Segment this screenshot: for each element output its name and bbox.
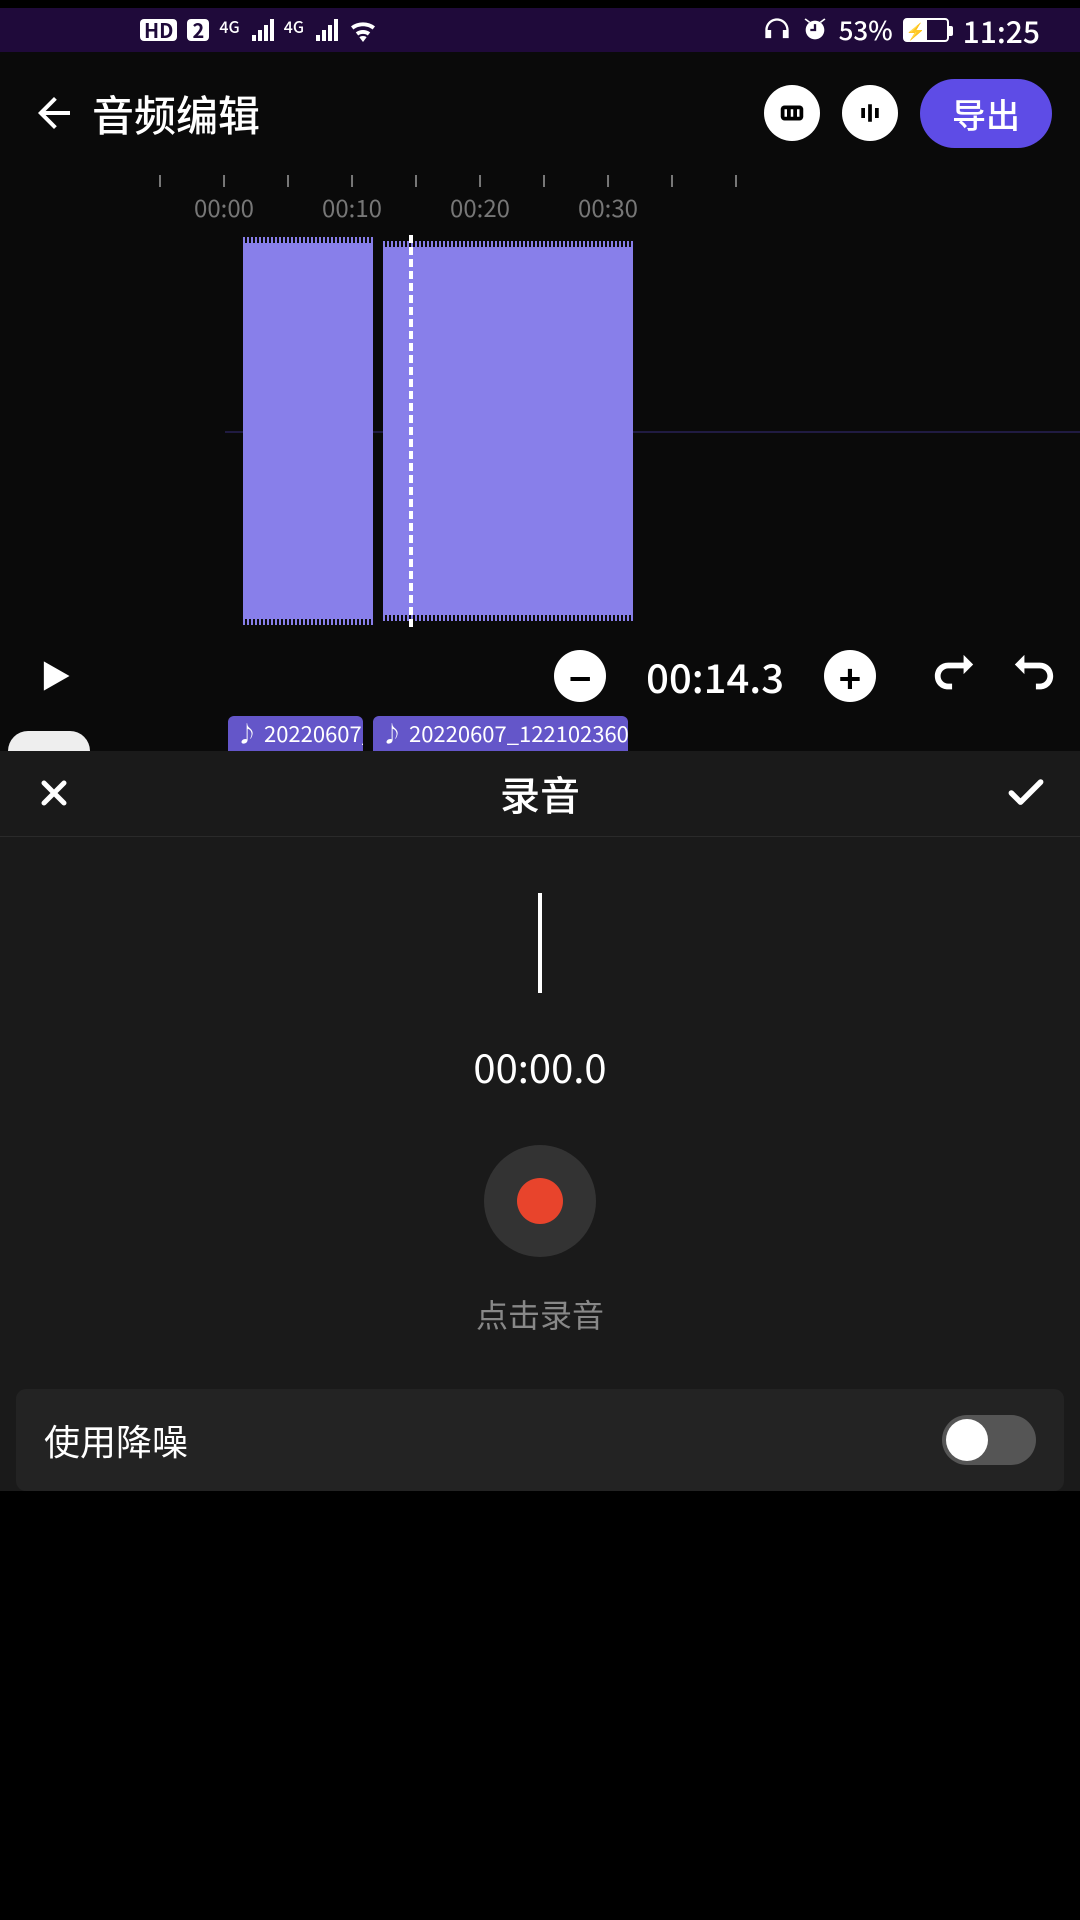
- noise-reduction-toggle[interactable]: [942, 1415, 1036, 1465]
- battery-percent: 53%: [839, 11, 893, 48]
- clip-2-label: 20220607_122102360.mp3 0..: [409, 717, 628, 749]
- headphones-icon: [763, 16, 791, 44]
- clip-1[interactable]: ♪ 20220607_12..: [228, 716, 363, 751]
- clip-timeline[interactable]: ♪ 20220607_12.. ♪ 20220607_122102360.mp3…: [0, 716, 1080, 751]
- status-bar: HD 2 4G 4G 53% ⚡ 11:25: [0, 8, 1080, 52]
- equalizer-button[interactable]: [842, 85, 898, 141]
- record-time: 00:00.0: [473, 1037, 606, 1095]
- net-label-2: 4G: [284, 14, 304, 38]
- back-button[interactable]: [24, 83, 84, 143]
- noise-reduction-row: 使用降噪: [16, 1389, 1064, 1491]
- zoom-in-button[interactable]: +: [824, 650, 876, 702]
- transport-bar: − 00:14.3 +: [0, 637, 1080, 716]
- current-time: 00:14.3: [646, 647, 784, 705]
- app-header: 音频编辑 导出: [0, 52, 1080, 175]
- record-dot-icon: [517, 1178, 563, 1224]
- clip-2[interactable]: ♪ 20220607_122102360.mp3 0..: [373, 716, 628, 751]
- noise-reduction-label: 使用降噪: [44, 1414, 188, 1466]
- record-button[interactable]: [484, 1145, 596, 1257]
- battery-icon: ⚡: [903, 18, 949, 42]
- wifi-icon: [348, 18, 378, 42]
- music-note-icon: ♪: [381, 717, 403, 749]
- signal-bars-2: [316, 19, 338, 41]
- net-label-1: 4G: [219, 14, 239, 38]
- export-button[interactable]: 导出: [920, 79, 1052, 148]
- clip-1-label: 20220607_12..: [264, 717, 363, 749]
- close-button[interactable]: [26, 765, 82, 821]
- sim-badge: 2: [187, 19, 209, 41]
- record-hint: 点击录音: [476, 1291, 604, 1337]
- alarm-icon: [801, 16, 829, 44]
- hd-badge: HD: [140, 19, 177, 41]
- signal-bars-1: [252, 19, 274, 41]
- music-note-icon: ♪: [236, 717, 258, 749]
- waveform-editor[interactable]: 00:00 00:10 00:20 00:30: [0, 175, 1080, 637]
- zoom-out-button[interactable]: −: [554, 650, 606, 702]
- confirm-button[interactable]: [998, 765, 1054, 821]
- play-button[interactable]: [18, 641, 88, 711]
- handle-pill[interactable]: [8, 731, 90, 751]
- page-title: 音频编辑: [92, 83, 764, 144]
- clock-time: 11:25: [963, 8, 1040, 52]
- record-panel: 录音 00:00.0 点击录音 使用降噪: [0, 751, 1080, 1491]
- time-ruler: 00:00 00:10 00:20 00:30: [0, 175, 1080, 223]
- audio-clip-wave-2[interactable]: [383, 247, 633, 615]
- waveform-canvas[interactable]: [0, 235, 1080, 627]
- playhead[interactable]: [409, 235, 413, 627]
- panel-title: 录音: [500, 764, 580, 822]
- level-indicator: [538, 893, 542, 993]
- audio-clip-wave-1[interactable]: [243, 243, 373, 619]
- redo-button[interactable]: [1006, 648, 1062, 704]
- effects-button[interactable]: [764, 85, 820, 141]
- undo-button[interactable]: [926, 648, 982, 704]
- letterbox-bottom: [0, 1491, 1080, 1920]
- letterbox-top: [0, 0, 1080, 8]
